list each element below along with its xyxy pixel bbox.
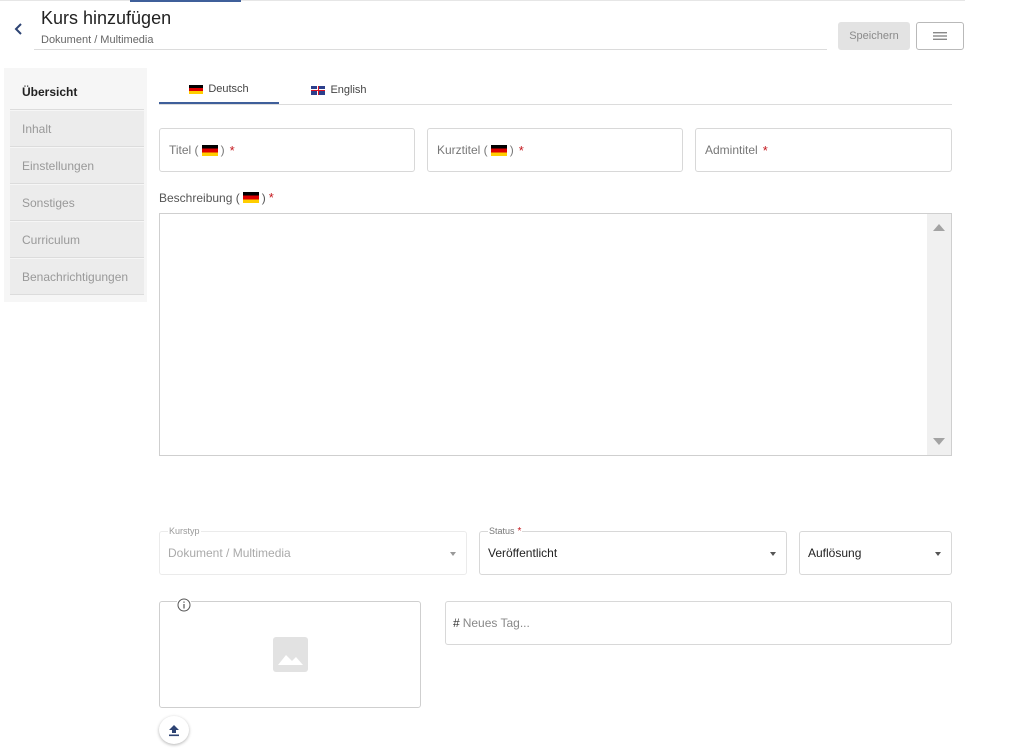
required-mark: * — [268, 190, 274, 205]
kurztitel-field[interactable]: Kurztitel ( ) * — [427, 128, 683, 172]
sidebar-item-sonstiges[interactable]: Sonstiges — [10, 185, 144, 221]
page-title: Kurs hinzufügen — [41, 8, 172, 28]
aufloesung-select[interactable]: Auflösung — [799, 531, 952, 575]
status-label: Status * — [488, 526, 523, 537]
required-mark: * — [229, 142, 235, 158]
description-textarea[interactable] — [159, 213, 952, 456]
field-label: Titel ( — [169, 143, 199, 157]
tab-english[interactable]: English — [279, 76, 399, 104]
field-label: Admintitel — [705, 143, 758, 157]
caret-down-icon — [770, 552, 776, 556]
flag-de-icon — [242, 192, 259, 203]
status-select[interactable]: Status * Veröffentlicht — [479, 526, 787, 575]
status-value: Veröffentlicht — [488, 546, 558, 560]
tab-deutsch[interactable]: Deutsch — [159, 76, 279, 104]
kurstyp-select[interactable]: Kurstyp Dokument / Multimedia — [159, 526, 467, 575]
sidebar-item-benachrichtigungen[interactable]: Benachrichtigungen — [10, 259, 144, 295]
description-label-end: ) — [261, 190, 266, 205]
image-placeholder-icon — [273, 637, 308, 672]
titel-field[interactable]: Titel ( ) * — [159, 128, 415, 172]
tag-input[interactable] — [462, 616, 913, 630]
description-label: Beschreibung ( ) * — [159, 190, 274, 205]
chevron-left-icon — [14, 23, 22, 35]
hamburger-menu-icon — [933, 32, 947, 40]
description-scrollbar[interactable] — [927, 214, 951, 455]
caret-down-icon — [935, 552, 941, 556]
scroll-up-icon[interactable] — [933, 224, 945, 231]
field-label-end: ) — [220, 143, 225, 157]
back-button[interactable] — [10, 18, 28, 40]
hash-prefix: # — [453, 616, 460, 630]
flag-de-icon — [490, 144, 507, 156]
required-mark: * — [762, 142, 768, 158]
kurstyp-label: Kurstyp — [168, 526, 201, 536]
sidebar-item-uebersicht[interactable]: Übersicht — [10, 74, 144, 110]
caret-down-icon — [450, 552, 456, 556]
tab-divider — [159, 104, 952, 105]
flag-uk-icon — [311, 85, 326, 95]
admintitel-field[interactable]: Admintitel * — [695, 128, 952, 172]
sidebar-item-curriculum[interactable]: Curriculum — [10, 222, 144, 258]
field-label: Kurztitel ( — [437, 143, 488, 157]
page-subtitle: Dokument / Multimedia — [41, 34, 154, 46]
required-mark: * — [518, 142, 524, 158]
info-icon[interactable] — [177, 598, 191, 612]
tag-field[interactable]: # — [445, 601, 952, 645]
sidebar-item-inhalt[interactable]: Inhalt — [10, 111, 144, 147]
tab-label: English — [330, 84, 367, 96]
description-label-text: Beschreibung ( — [159, 190, 240, 205]
field-label-end: ) — [509, 143, 514, 157]
upload-icon — [169, 724, 179, 736]
header-divider — [34, 49, 827, 50]
flag-de-icon — [189, 84, 204, 94]
image-upload-box[interactable] — [159, 598, 421, 708]
flag-de-icon — [201, 144, 218, 156]
aufloesung-value: Auflösung — [808, 546, 862, 560]
kurstyp-value: Dokument / Multimedia — [168, 546, 291, 560]
save-button[interactable]: Speichern — [838, 22, 910, 50]
tab-label: Deutsch — [208, 83, 249, 95]
scroll-down-icon[interactable] — [933, 438, 945, 445]
sidebar-item-einstellungen[interactable]: Einstellungen — [10, 148, 144, 184]
menu-button[interactable] — [916, 22, 964, 50]
top-accent-bar — [130, 0, 241, 2]
upload-button[interactable] — [159, 716, 189, 744]
sidebar: Übersicht Inhalt Einstellungen Sonstiges… — [4, 68, 147, 302]
